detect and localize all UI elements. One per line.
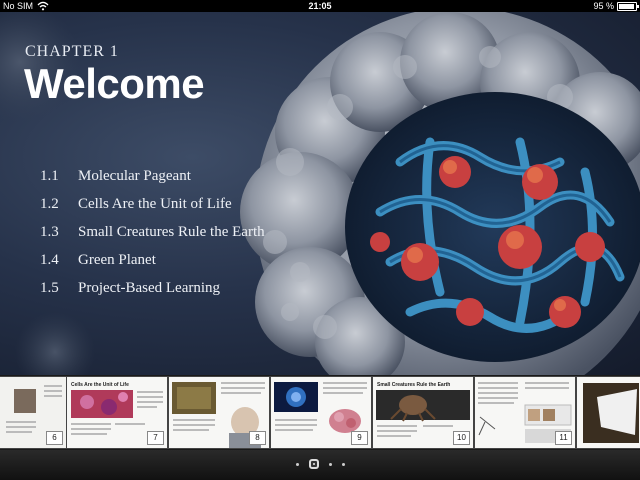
section-number: 1.2 bbox=[40, 195, 59, 212]
thumbnail-title: Small Creatures Rule the Earth bbox=[377, 382, 451, 388]
page-dot-active[interactable] bbox=[308, 459, 319, 469]
section-number: 1.4 bbox=[40, 251, 59, 268]
section-number: 1.3 bbox=[40, 223, 59, 240]
section-title: Small Creatures Rule the Earth bbox=[78, 223, 265, 240]
status-right: 95 % bbox=[593, 0, 639, 12]
section-title: Cells Are the Unit of Life bbox=[78, 195, 232, 212]
page-control-bar bbox=[0, 450, 640, 480]
chapter-hero: CHAPTER 1 Welcome 1.1 Molecular Pageant … bbox=[0, 12, 640, 375]
page-number: 6 bbox=[46, 431, 63, 445]
page-number: 11 bbox=[555, 431, 572, 445]
battery-icon bbox=[617, 1, 639, 11]
section-number: 1.1 bbox=[40, 167, 59, 184]
page-thumbnail-strip[interactable]: 6 Cells Are the Unit of Life 7 8 9 Small… bbox=[0, 375, 640, 450]
section-item-cells-unit-of-life[interactable]: 1.2 Cells Are the Unit of Life bbox=[40, 190, 265, 218]
page-control[interactable] bbox=[0, 459, 640, 469]
battery-percent: 95 % bbox=[593, 1, 614, 11]
status-bar: No SIM 21:05 95 % bbox=[0, 0, 640, 12]
page-number: 10 bbox=[453, 431, 470, 445]
page-thumbnail-6[interactable]: 6 bbox=[0, 377, 66, 448]
section-item-molecular-pageant[interactable]: 1.1 Molecular Pageant bbox=[40, 162, 265, 190]
section-title: Molecular Pageant bbox=[78, 167, 191, 184]
page-thumbnail-9[interactable]: 9 bbox=[271, 377, 371, 448]
page-thumbnail-10[interactable]: Small Creatures Rule the Earth 10 bbox=[373, 377, 473, 448]
page-dot[interactable] bbox=[328, 462, 332, 466]
page-thumbnail-7[interactable]: Cells Are the Unit of Life 7 bbox=[67, 377, 167, 448]
page-thumbnail-next[interactable] bbox=[577, 377, 640, 448]
page-thumbnail-8[interactable]: 8 bbox=[169, 377, 269, 448]
clock: 21:05 bbox=[308, 1, 332, 11]
page-thumbnail-11[interactable]: 11 bbox=[475, 377, 575, 448]
thumbnail-title: Cells Are the Unit of Life bbox=[71, 382, 129, 388]
section-title: Green Planet bbox=[78, 251, 156, 268]
chapter-title: Welcome bbox=[24, 60, 205, 107]
page-dot[interactable] bbox=[341, 462, 345, 466]
section-item-green-planet[interactable]: 1.4 Green Planet bbox=[40, 246, 265, 274]
page-number: 8 bbox=[249, 431, 266, 445]
section-item-project-based-learning[interactable]: 1.5 Project-Based Learning bbox=[40, 274, 265, 302]
section-title: Project-Based Learning bbox=[78, 279, 221, 296]
section-item-small-creatures[interactable]: 1.3 Small Creatures Rule the Earth bbox=[40, 218, 265, 246]
section-number: 1.5 bbox=[40, 279, 59, 296]
page-dot[interactable] bbox=[295, 462, 299, 466]
battery-fill bbox=[619, 3, 635, 9]
chapter-label: CHAPTER 1 bbox=[25, 43, 119, 60]
page-number: 9 bbox=[351, 431, 368, 445]
thumbnail-image bbox=[583, 383, 639, 443]
page-number: 7 bbox=[147, 431, 164, 445]
section-list: 1.1 Molecular Pageant 1.2 Cells Are the … bbox=[40, 162, 265, 302]
